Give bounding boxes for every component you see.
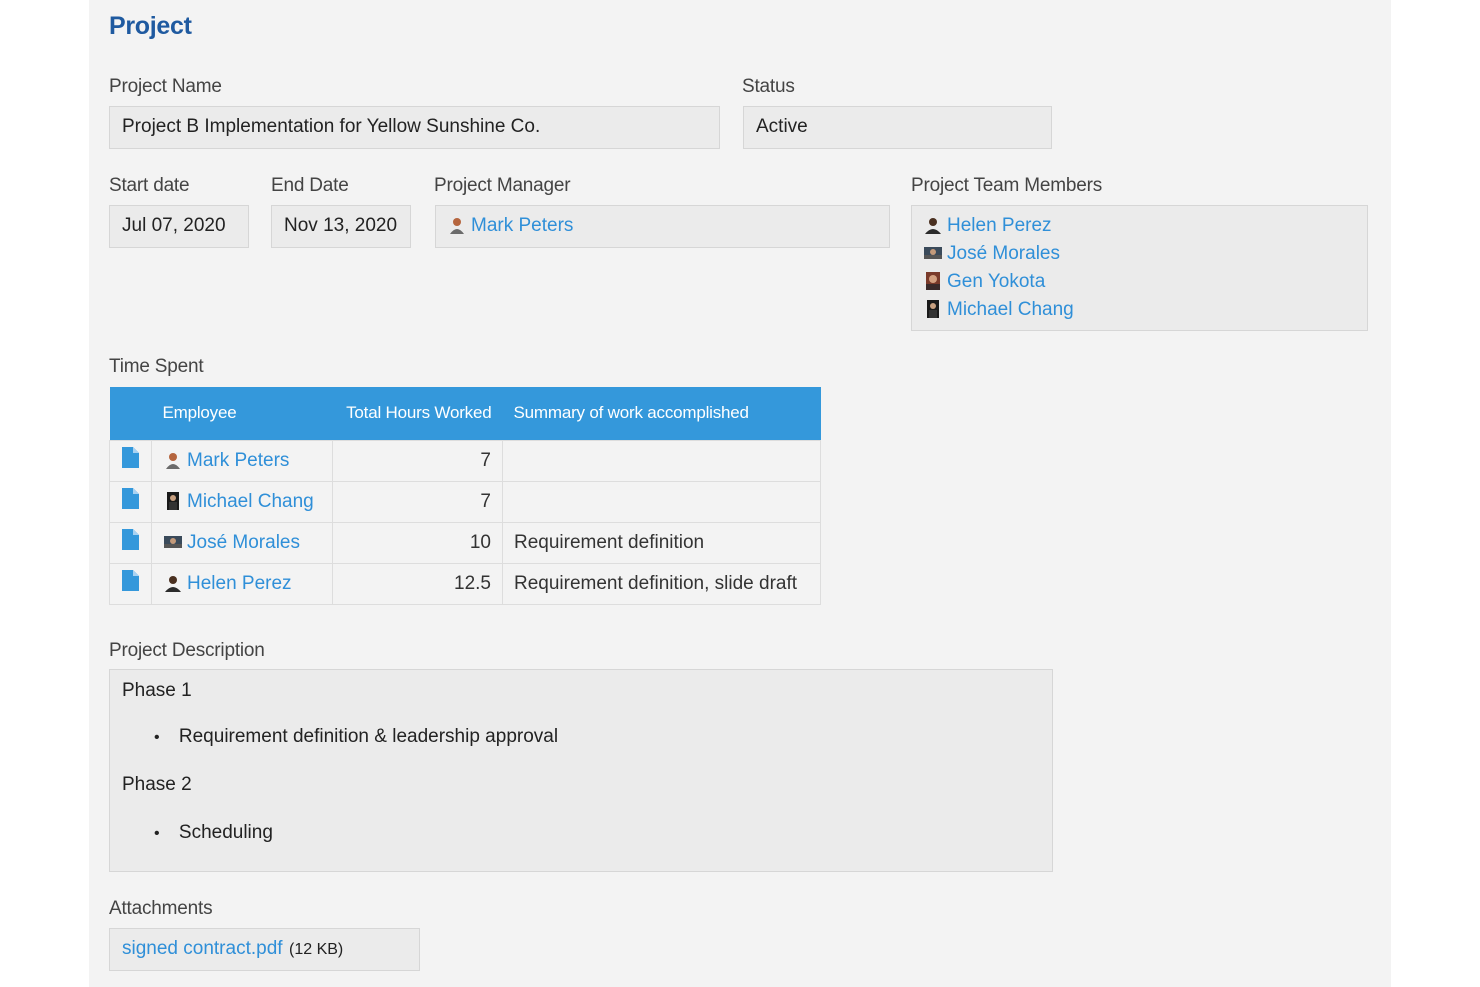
hours-cell: 12.5 [332, 562, 503, 605]
attachments-label: Attachments [109, 898, 213, 919]
employee-cell: Helen Perez [151, 562, 333, 605]
status-field: Active [743, 106, 1052, 149]
team-members-label: Project Team Members [911, 175, 1102, 196]
person-avatar-icon [926, 272, 940, 290]
team-member-link[interactable]: Michael Chang [947, 299, 1074, 320]
hours-cell: 7 [332, 480, 503, 523]
summary-cell [502, 439, 821, 482]
column-header-hours: Total Hours Worked [346, 403, 492, 423]
team-member-link[interactable]: Gen Yokota [947, 271, 1045, 292]
team-member-item: Michael Chang [924, 296, 1367, 324]
project-name-field: Project B Implementation for Yellow Suns… [109, 106, 720, 149]
description-label: Project Description [109, 640, 265, 661]
record-detail-cell[interactable] [109, 521, 152, 564]
bullet-text: Scheduling [178, 822, 273, 843]
team-member-item: Gen Yokota [924, 268, 1367, 296]
record-detail-cell[interactable] [109, 480, 152, 523]
phase-heading: Phase 2 [122, 774, 192, 795]
employee-cell: Mark Peters [151, 439, 333, 482]
employee-link[interactable]: Michael Chang [187, 491, 314, 512]
employee-link[interactable]: José Morales [187, 532, 300, 553]
document-icon[interactable] [122, 447, 139, 468]
project-manager-link[interactable]: Mark Peters [471, 215, 573, 236]
person-avatar-icon [924, 216, 942, 234]
person-avatar-icon [164, 535, 182, 548]
start-date-field: Jul 07, 2020 [109, 205, 249, 248]
phase-heading: Phase 1 [122, 680, 192, 701]
team-member-link[interactable]: José Morales [947, 243, 1060, 264]
table-row: José Morales 10 Requirement definition [109, 521, 821, 564]
end-date-field: Nov 13, 2020 [271, 205, 411, 248]
person-avatar-icon [448, 216, 466, 234]
summary-cell: Requirement definition [502, 521, 821, 564]
attachment-size: (12 KB) [289, 941, 344, 958]
status-label: Status [742, 76, 795, 97]
team-member-link[interactable]: Helen Perez [947, 215, 1052, 236]
employee-link[interactable]: Helen Perez [187, 573, 292, 594]
employee-cell: José Morales [151, 521, 333, 564]
end-date-label: End Date [271, 175, 349, 196]
employee-link[interactable]: Mark Peters [187, 450, 289, 471]
column-header-summary: Summary of work accomplished [513, 403, 750, 423]
person-avatar-icon [164, 450, 182, 469]
document-icon[interactable] [122, 488, 139, 509]
team-members-field: Helen Perez José Morales Gen Yokota Mich… [911, 205, 1368, 331]
bullet-item: • Scheduling [154, 822, 273, 844]
document-icon[interactable] [122, 529, 139, 550]
description-field: Phase 1 • Requirement definition & leade… [109, 669, 1053, 872]
summary-cell [502, 480, 821, 523]
project-name-label: Project Name [109, 76, 222, 97]
attachment-link[interactable]: signed contract.pdf [122, 938, 283, 959]
person-avatar-icon [927, 300, 939, 318]
bullet-text: Requirement definition & leadership appr… [178, 726, 559, 747]
column-header-record [110, 387, 152, 440]
record-detail-cell[interactable] [109, 562, 152, 605]
hours-cell: 7 [332, 439, 503, 482]
employee-cell: Michael Chang [151, 480, 333, 523]
hours-cell: 10 [332, 521, 503, 564]
table-row: Helen Perez 12.5 Requirement definition,… [109, 562, 821, 605]
bullet-icon: • [154, 825, 160, 842]
person-avatar-icon [164, 573, 182, 592]
team-member-item: Helen Perez [924, 212, 1367, 240]
document-icon[interactable] [122, 570, 139, 591]
project-manager-field: Mark Peters [435, 205, 890, 248]
time-spent-label: Time Spent [109, 356, 204, 377]
column-header-employee: Employee [162, 403, 237, 423]
table-row: Mark Peters 7 [109, 439, 821, 482]
start-date-label: Start date [109, 175, 190, 196]
table-header-row: Employee Total Hours Worked Summary of w… [109, 387, 821, 440]
summary-cell: Requirement definition, slide draft [502, 562, 821, 605]
time-spent-table: Employee Total Hours Worked Summary of w… [109, 387, 821, 605]
project-record-page: Project Project Name Project B Implement… [89, 0, 1391, 987]
attachment-field: signed contract.pdf (12 KB) [109, 928, 420, 971]
record-detail-cell[interactable] [109, 439, 152, 482]
bullet-item: • Requirement definition & leadership ap… [154, 726, 558, 748]
project-manager-label: Project Manager [434, 175, 571, 196]
team-member-item: José Morales [924, 240, 1367, 268]
page-title: Project [109, 12, 192, 40]
table-row: Michael Chang 7 [109, 480, 821, 523]
person-avatar-icon [924, 247, 942, 259]
person-avatar-icon [167, 491, 179, 510]
bullet-icon: • [154, 729, 160, 746]
